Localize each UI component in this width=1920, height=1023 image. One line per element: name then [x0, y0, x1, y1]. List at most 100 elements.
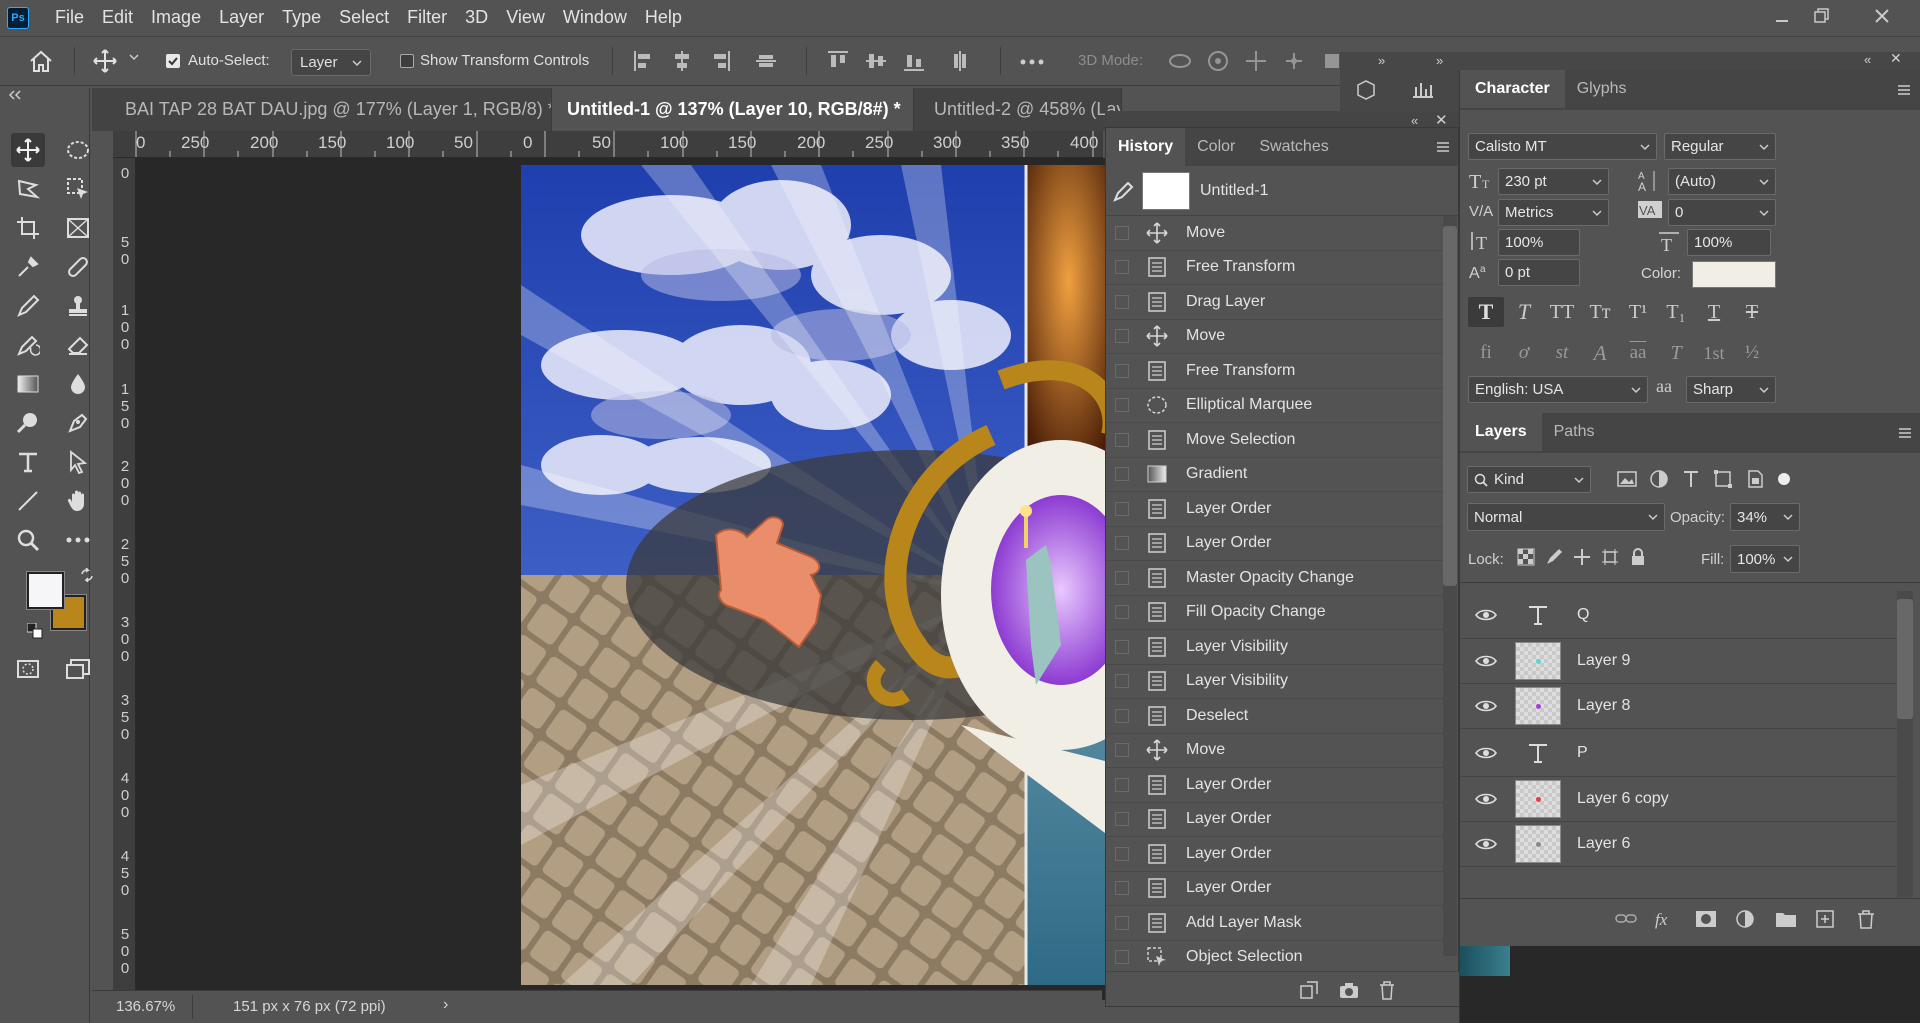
swap-colors-icon[interactable]: [80, 568, 94, 582]
history-state-item[interactable]: Free Transform: [1106, 354, 1458, 389]
layer-name[interactable]: Layer 9: [1577, 652, 1630, 670]
artwork-image[interactable]: [521, 165, 1111, 985]
move-tool[interactable]: [11, 133, 45, 167]
layer-name[interactable]: P: [1577, 744, 1588, 762]
history-source-checkbox[interactable]: [1115, 225, 1129, 240]
trash-icon[interactable]: [1855, 909, 1877, 929]
hand-tool[interactable]: [61, 484, 95, 518]
lock-artboard-icon[interactable]: [1601, 548, 1619, 566]
history-state-item[interactable]: Layer Order: [1106, 837, 1458, 872]
history-source-checkbox[interactable]: [1115, 501, 1129, 516]
doc-tab-untitled-2[interactable]: Untitled-2 @ 458% (Layer 3, RGB/8#) *: [914, 88, 1122, 131]
history-source-checkbox[interactable]: [1115, 674, 1129, 689]
layer-row[interactable]: P: [1460, 729, 1897, 777]
history-scrollbar[interactable]: [1443, 216, 1457, 956]
history-source-checkbox[interactable]: [1115, 570, 1129, 585]
home-icon[interactable]: [28, 49, 54, 73]
history-source-checkbox[interactable]: [1115, 743, 1129, 758]
history-state-item[interactable]: Gradient: [1106, 458, 1458, 492]
opacity-field[interactable]: 34%: [1730, 503, 1800, 531]
swash-button[interactable]: st: [1544, 338, 1580, 368]
align-bottom-icon[interactable]: [902, 49, 926, 73]
auto-select-dropdown[interactable]: Layer: [291, 49, 371, 76]
history-source-checkbox[interactable]: [1115, 467, 1129, 482]
marquee-tool[interactable]: [61, 133, 95, 167]
camera-icon[interactable]: [1339, 980, 1359, 1000]
layer-row[interactable]: Q: [1460, 591, 1897, 639]
history-source-checkbox[interactable]: [1115, 363, 1129, 378]
lock-pixels-icon[interactable]: [1545, 548, 1563, 566]
ordinals-button[interactable]: 1st: [1696, 338, 1732, 368]
scrollbar-thumb[interactable]: [1443, 226, 1457, 586]
history-source-checkbox[interactable]: [1115, 915, 1129, 930]
adjustment-layer-icon[interactable]: [1735, 909, 1757, 929]
foreground-color-swatch[interactable]: [26, 571, 65, 610]
eye-icon[interactable]: [1475, 837, 1499, 851]
history-state-item[interactable]: Move: [1106, 734, 1458, 768]
history-brush-tool[interactable]: [11, 328, 45, 362]
smart-object-filter-icon[interactable]: [1745, 469, 1765, 489]
minimize-button[interactable]: [1760, 0, 1804, 32]
history-state-item[interactable]: Object Selection: [1106, 941, 1458, 975]
object-selection-tool[interactable]: [61, 172, 95, 206]
menu-3d[interactable]: 3D: [456, 7, 497, 28]
horizontal-scale-field[interactable]: 100%: [1687, 229, 1771, 256]
titling-button[interactable]: aa: [1620, 338, 1656, 368]
expand-icon[interactable]: »: [1436, 53, 1443, 68]
all-caps-button[interactable]: TT: [1544, 297, 1580, 327]
history-source-checkbox[interactable]: [1115, 950, 1129, 965]
history-source-checkbox[interactable]: [1115, 294, 1129, 309]
collapse-panel-icon[interactable]: [8, 90, 22, 100]
history-source-checkbox[interactable]: [1115, 329, 1129, 344]
3d-rotate-icon[interactable]: [1168, 49, 1192, 73]
brush-tool[interactable]: [11, 289, 45, 323]
ligature-button[interactable]: fi: [1468, 338, 1504, 368]
history-source-checkbox[interactable]: [1115, 536, 1129, 551]
zoom-level[interactable]: 136.67%: [116, 998, 175, 1015]
move-tool-icon[interactable]: [93, 49, 117, 73]
small-caps-button[interactable]: Tт: [1582, 297, 1618, 327]
3d-panel-icon[interactable]: [1354, 77, 1378, 101]
tab-swatches[interactable]: Swatches: [1247, 128, 1340, 166]
layer-name[interactable]: Layer 6 copy: [1577, 790, 1669, 808]
history-source-checkbox[interactable]: [1115, 777, 1129, 792]
layer-name[interactable]: Layer 6: [1577, 835, 1630, 853]
underline-button[interactable]: T: [1696, 297, 1732, 327]
new-layer-icon[interactable]: [1815, 909, 1837, 929]
layer-row[interactable]: Layer 9: [1460, 639, 1897, 684]
close-icon[interactable]: ✕: [1890, 50, 1902, 67]
tab-glyphs[interactable]: Glyphs: [1565, 70, 1639, 108]
chevron-right-icon[interactable]: ›: [443, 996, 448, 1014]
more-options-icon[interactable]: [1020, 59, 1044, 65]
strikethrough-button[interactable]: T: [1734, 297, 1770, 327]
shape-filter-icon[interactable]: [1713, 469, 1733, 489]
align-center-icon[interactable]: [670, 49, 694, 73]
kerning-select[interactable]: Metrics: [1498, 199, 1609, 226]
history-state-item[interactable]: Elliptical Marquee: [1106, 389, 1458, 423]
tab-history[interactable]: History: [1106, 128, 1186, 166]
history-snapshot[interactable]: Untitled-1: [1106, 166, 1458, 216]
type-filter-icon[interactable]: [1681, 469, 1701, 489]
language-select[interactable]: English: USA: [1468, 376, 1648, 403]
layer-name[interactable]: Layer 8: [1577, 697, 1630, 715]
baseline-shift-field[interactable]: 0 pt: [1498, 259, 1580, 286]
layer-row[interactable]: Layer 6: [1460, 822, 1897, 867]
history-state-item[interactable]: Fill Opacity Change: [1106, 596, 1458, 630]
tab-paths[interactable]: Paths: [1542, 413, 1607, 451]
close-window-button[interactable]: [1860, 0, 1904, 32]
eye-icon[interactable]: [1475, 792, 1499, 806]
history-source-checkbox[interactable]: [1115, 432, 1129, 447]
menu-type[interactable]: Type: [273, 7, 330, 28]
3d-slide-icon[interactable]: [1282, 49, 1306, 73]
layer-name[interactable]: Q: [1577, 606, 1589, 624]
history-state-item[interactable]: Layer Visibility: [1106, 630, 1458, 665]
auto-select-checkbox[interactable]: [166, 54, 180, 68]
add-mask-icon[interactable]: [1695, 909, 1717, 929]
tab-character[interactable]: Character: [1460, 70, 1565, 108]
doc-tab-bai-tap[interactable]: BAI TAP 28 BAT DAU.jpg @ 177% (Layer 1, …: [92, 88, 552, 131]
vertical-scale-field[interactable]: 100%: [1498, 229, 1580, 256]
blur-tool[interactable]: [61, 367, 95, 401]
fx-icon[interactable]: fx: [1655, 909, 1677, 929]
history-state-item[interactable]: Deselect: [1106, 699, 1458, 734]
align-top-icon[interactable]: [826, 49, 850, 73]
